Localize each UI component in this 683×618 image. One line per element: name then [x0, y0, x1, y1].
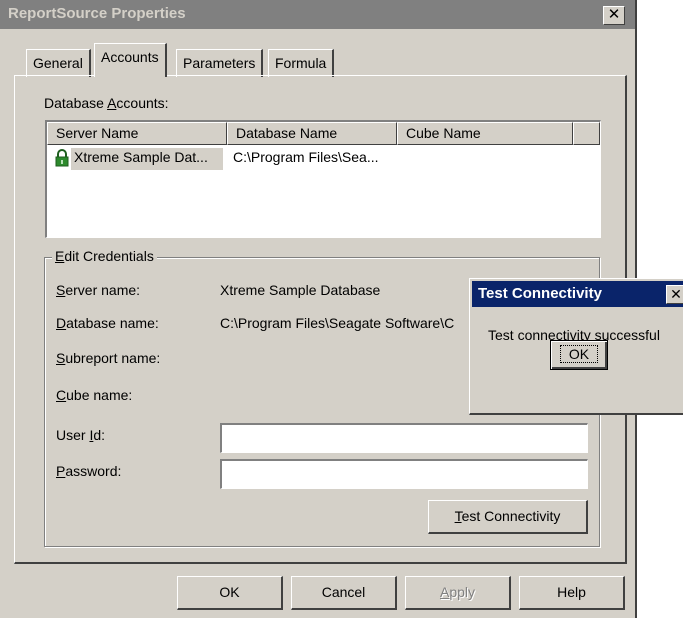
- test-connectivity-dialog: Test Connectivity ✕ Test connectivity su…: [469, 278, 683, 415]
- tab-general-label: General: [33, 55, 83, 71]
- dialog-title-bar[interactable]: Test Connectivity ✕: [472, 281, 683, 307]
- cube-name-label: Cube name:: [56, 387, 133, 403]
- tab-general[interactable]: General: [26, 49, 91, 77]
- tab-accounts[interactable]: Accounts: [94, 43, 167, 77]
- dialog-close-button[interactable]: ✕: [666, 285, 683, 304]
- database-name-value: C:\Program Files\Seagate Software\C: [220, 315, 455, 331]
- server-name-value: Xtreme Sample Database: [220, 282, 381, 298]
- password-label: Password:: [56, 463, 122, 479]
- cell-server-name: Xtreme Sample Dat...: [74, 149, 208, 165]
- dialog-ok-button[interactable]: OK: [550, 340, 608, 370]
- column-header-filler: [573, 122, 600, 145]
- column-header-database-name[interactable]: Database Name: [227, 122, 397, 145]
- tab-parameters-label: Parameters: [183, 55, 256, 71]
- apply-button[interactable]: Apply: [405, 576, 511, 610]
- tab-formula[interactable]: Formula: [268, 49, 335, 77]
- tab-parameters[interactable]: Parameters: [176, 49, 264, 77]
- tab-accounts-label: Accounts: [101, 49, 159, 65]
- server-name-label: Server name:: [56, 282, 141, 298]
- dialog-title: Test Connectivity: [478, 285, 602, 302]
- cell-database-name: C:\Program Files\Sea...: [233, 149, 379, 165]
- close-icon: ✕: [607, 6, 621, 23]
- user-id-input[interactable]: [220, 423, 588, 453]
- lock-icon: [55, 149, 69, 167]
- user-id-label: User Id:: [56, 427, 106, 443]
- close-icon: ✕: [670, 286, 682, 302]
- column-header-cube-name[interactable]: Cube Name: [397, 122, 573, 145]
- database-accounts-label: Database Accounts:: [44, 95, 169, 111]
- cancel-button[interactable]: Cancel: [291, 576, 397, 610]
- password-input[interactable]: [220, 459, 588, 489]
- ok-button[interactable]: OK: [177, 576, 283, 610]
- window-title-bar[interactable]: ReportSource Properties ✕: [0, 0, 635, 29]
- subreport-name-label: Subreport name:: [56, 350, 161, 366]
- tab-formula-label: Formula: [275, 55, 327, 71]
- window-close-button[interactable]: ✕: [603, 6, 625, 25]
- database-accounts-list[interactable]: Server Name Database Name Cube Name Xtre…: [45, 120, 601, 238]
- database-name-label: Database name:: [56, 315, 159, 331]
- window-title: ReportSource Properties: [8, 5, 186, 22]
- edit-credentials-legend: Edit Credentials: [52, 248, 157, 264]
- test-connectivity-button[interactable]: Test Connectivity: [428, 500, 588, 534]
- help-button[interactable]: Help: [519, 576, 625, 610]
- column-header-server-name[interactable]: Server Name: [47, 122, 227, 145]
